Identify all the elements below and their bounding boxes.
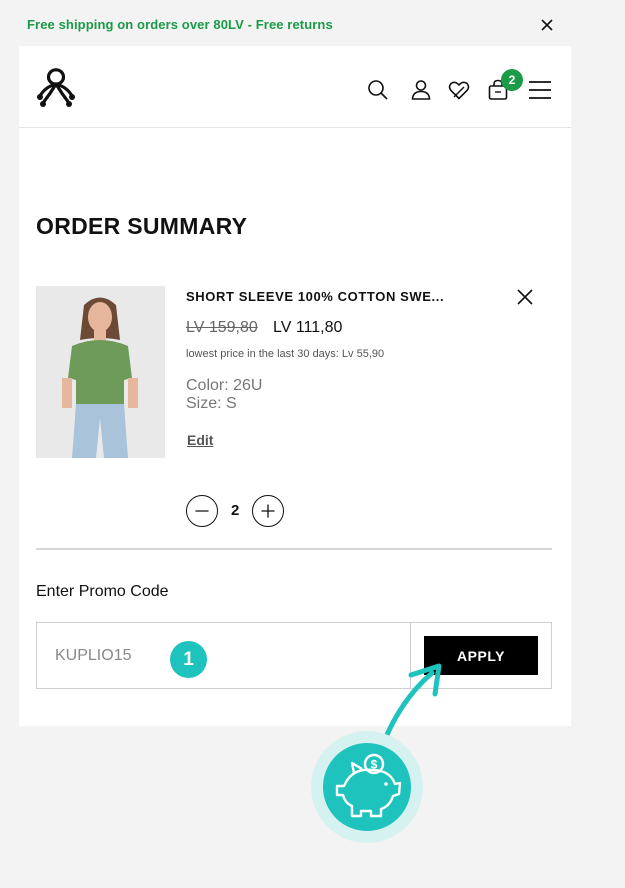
remove-item-icon[interactable] [515, 287, 535, 307]
minus-icon[interactable] [186, 495, 218, 527]
apply-button[interactable]: APPLY [424, 636, 538, 675]
page-title: ORDER SUMMARY [36, 213, 248, 239]
promo-code-input[interactable] [37, 623, 411, 688]
piggy-bank-icon: $ [311, 731, 423, 843]
divider [36, 548, 552, 550]
menu-icon[interactable] [528, 78, 552, 102]
announcement-bar: Free shipping on orders over 80LV - Free… [0, 0, 571, 46]
benetton-logo[interactable] [36, 67, 76, 107]
plus-icon[interactable] [252, 495, 284, 527]
edit-link[interactable]: Edit [187, 432, 213, 448]
cart-count-badge: 2 [501, 69, 523, 91]
close-icon[interactable] [538, 16, 556, 34]
product-image[interactable] [36, 286, 165, 458]
account-icon[interactable] [409, 78, 433, 102]
announcement-text: Free shipping on orders over 80LV - Free… [27, 17, 333, 32]
product-size: Size: S [186, 395, 237, 412]
order-summary-card: 2 ORDER SUMMARY SHORT SLEEVE 100% COTTON… [19, 46, 571, 726]
lowest-price-note: lowest price in the last 30 days: Lv 55,… [186, 348, 385, 360]
product-name[interactable]: SHORT SLEEVE 100% COTTON SWE... [186, 289, 444, 304]
original-price: LV 159,80 [186, 319, 258, 336]
step-badge: 1 [170, 641, 207, 678]
product-color: Color: 26U [186, 377, 263, 394]
search-icon[interactable] [366, 78, 390, 102]
wishlist-icon[interactable] [447, 78, 471, 102]
svg-text:$: $ [371, 758, 378, 772]
promo-code-form: 1 APPLY [36, 622, 552, 689]
quantity-value: 2 [231, 502, 240, 519]
site-header: 2 [19, 46, 571, 128]
promo-code-label: Enter Promo Code [36, 583, 169, 600]
sale-price: LV 111,80 [273, 319, 343, 336]
